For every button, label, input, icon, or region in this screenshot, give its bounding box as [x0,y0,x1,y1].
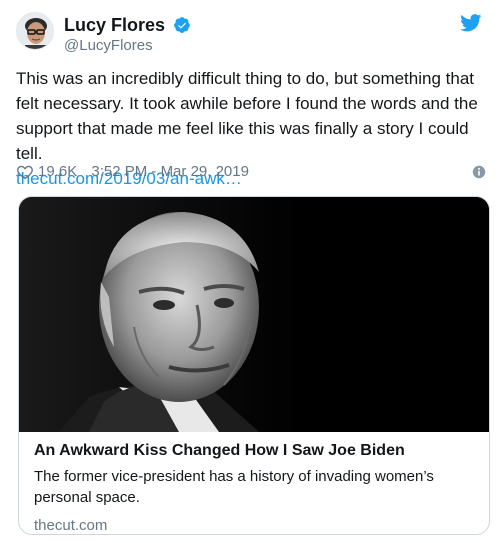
tweet-meta: 19.6K 3:52 PM - Mar 29, 2019 [16,162,486,182]
like-button[interactable]: 19.6K [16,162,77,182]
heart-icon [17,165,33,180]
display-name[interactable]: Lucy Flores [64,14,165,36]
user-handle[interactable]: @LucyFlores [64,36,191,56]
card-body: An Awkward Kiss Changed How I Saw Joe Bi… [34,440,474,534]
timestamp[interactable]: 3:52 PM - Mar 29, 2019 [91,163,249,180]
twitter-bird-icon[interactable] [460,14,482,32]
user-info[interactable]: Lucy Flores @LucyFlores [64,14,191,56]
tweet-body: This was an incredibly difficult thing t… [16,69,478,163]
info-icon[interactable] [472,165,486,179]
card-photo [19,197,489,432]
link-preview-card[interactable]: An Awkward Kiss Changed How I Saw Joe Bi… [18,196,490,535]
avatar[interactable] [16,12,54,50]
like-count: 19.6K [38,163,78,181]
verified-badge-icon [174,17,191,33]
card-image [19,197,489,432]
embedded-tweet: Lucy Flores @LucyFlores This was an incr… [0,0,500,543]
card-domain: thecut.com [34,517,108,534]
card-description: The former vice-president has a history … [34,468,434,506]
tweet-header: Lucy Flores @LucyFlores [16,12,484,60]
avatar-image [17,13,53,49]
card-title[interactable]: An Awkward Kiss Changed How I Saw Joe Bi… [34,440,474,462]
